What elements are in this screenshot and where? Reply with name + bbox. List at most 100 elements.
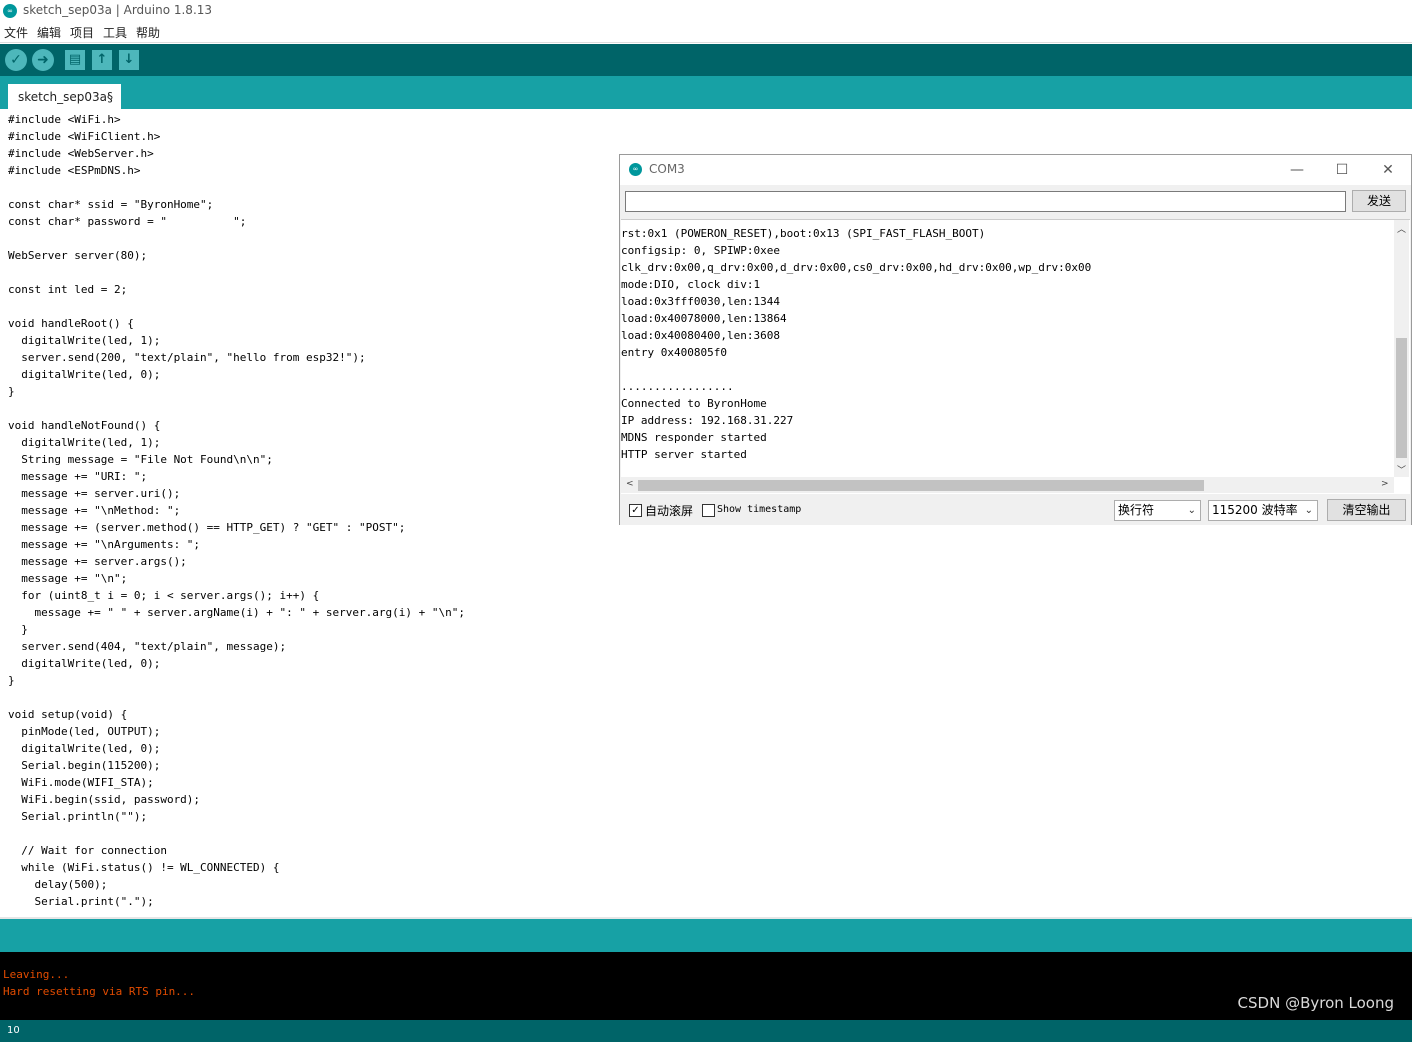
horizontal-scrollbar[interactable]: < >: [621, 477, 1394, 493]
code-line: message += "URI: ";: [8, 470, 148, 483]
code-line: message += "\nMethod: ";: [8, 504, 181, 517]
serial-output-line: load:0x40080400,len:3608: [621, 329, 780, 342]
code-line: message += (server.method() == HTTP_GET)…: [8, 521, 406, 534]
code-line: void handleRoot() {: [8, 317, 134, 330]
arduino-logo-icon: ∞: [629, 163, 642, 176]
line-number: 10: [7, 1025, 20, 1036]
code-line: #include <WebServer.h>: [8, 147, 154, 160]
menu-help[interactable]: 帮助: [136, 24, 160, 41]
serial-output-line: mode:DIO, clock div:1: [621, 278, 761, 291]
save-sketch-icon[interactable]: ↓: [119, 50, 139, 70]
serial-output-line: HTTP server started: [621, 448, 747, 461]
watermark: CSDN @Byron Loong: [1237, 994, 1394, 1012]
code-line: delay(500);: [8, 878, 108, 891]
serial-output-line: rst:0x1 (POWERON_RESET),boot:0x13 (SPI_F…: [621, 227, 986, 240]
line-ending-select[interactable]: 换行符 ⌄: [1114, 500, 1201, 521]
code-line: #include <WiFiClient.h>: [8, 130, 161, 143]
timestamp-checkbox[interactable]: [702, 504, 715, 517]
code-line: WiFi.mode(WIFI_STA);: [8, 776, 154, 789]
serial-monitor-window: ∞ COM3 — ☐ ✕ 发送 HTTP server started MDNS …: [619, 154, 1412, 525]
send-button[interactable]: 发送: [1352, 190, 1406, 212]
tab-sketch[interactable]: sketch_sep03a§: [8, 84, 121, 109]
code-line: digitalWrite(led, 0);: [8, 657, 161, 670]
code-line: digitalWrite(led, 1);: [8, 436, 161, 449]
serial-input[interactable]: [625, 191, 1346, 212]
menu-sketch[interactable]: 项目: [70, 24, 94, 41]
console-output: Leaving... Hard resetting via RTS pin...: [0, 952, 1412, 1020]
new-sketch-icon[interactable]: ▤: [65, 50, 85, 70]
toolbar: ✓ ➜ ▤ ↑ ↓: [0, 44, 1412, 76]
serial-output-line: load:0x40078000,len:13864: [621, 312, 787, 325]
serial-monitor-titlebar[interactable]: ∞ COM3 — ☐ ✕: [620, 155, 1411, 185]
console-line: Leaving...: [3, 968, 70, 981]
code-line: Serial.begin(115200);: [8, 759, 161, 772]
serial-output-line: entry 0x400805f0: [621, 346, 727, 359]
menu-file[interactable]: 文件: [4, 24, 28, 41]
code-line: }: [8, 623, 28, 636]
scroll-up-icon[interactable]: ︿: [1397, 222, 1406, 235]
autoscroll-checkbox[interactable]: ✓: [629, 504, 642, 517]
serial-output-line: IP address: 192.168.31.227: [621, 414, 794, 427]
code-line: for (uint8_t i = 0; i < server.args(); i…: [8, 589, 320, 602]
code-line: WiFi.begin(ssid, password);: [8, 793, 201, 806]
console-line: Hard resetting via RTS pin...: [3, 985, 196, 998]
vertical-scrollbar[interactable]: ︿ ﹀: [1394, 220, 1409, 477]
clear-output-button[interactable]: 清空输出: [1327, 499, 1406, 521]
upload-icon[interactable]: ➜: [32, 49, 54, 71]
horizontal-scroll-thumb[interactable]: [638, 480, 1204, 491]
code-line: message += "\n";: [8, 572, 128, 585]
scroll-down-icon[interactable]: ﹀: [1397, 463, 1406, 476]
serial-output-line: .................: [621, 380, 734, 393]
serial-output-line: MDNS responder started: [621, 431, 767, 444]
code-line: WebServer server(80);: [8, 249, 148, 262]
code-line: }: [8, 385, 15, 398]
code-line: }: [8, 674, 15, 687]
menu-tools[interactable]: 工具: [103, 24, 127, 41]
baud-rate-select[interactable]: 115200 波特率 ⌄: [1208, 500, 1318, 521]
serial-output-line: Connected to ByronHome: [621, 397, 767, 410]
serial-output-line: configsip: 0, SPIWP:0xee: [621, 244, 780, 257]
serial-output-line: load:0x3fff0030,len:1344: [621, 295, 780, 308]
code-line: while (WiFi.status() != WL_CONNECTED) {: [8, 861, 280, 874]
code-line: void setup(void) {: [8, 708, 128, 721]
code-line: server.send(200, "text/plain", "hello fr…: [8, 351, 366, 364]
close-icon[interactable]: ✕: [1376, 159, 1400, 181]
code-line: message += "\nArguments: ";: [8, 538, 201, 551]
code-line: message += server.uri();: [8, 487, 181, 500]
serial-output[interactable]: HTTP server started MDNS responder starte…: [621, 219, 1410, 494]
code-line: const char* ssid = "ByronHome";: [8, 198, 214, 211]
chevron-down-icon: ⌄: [1187, 505, 1196, 516]
open-sketch-icon[interactable]: ↑: [92, 50, 112, 70]
code-line: digitalWrite(led, 0);: [8, 742, 161, 755]
scroll-left-icon[interactable]: <: [626, 479, 634, 489]
code-line: const char* password = " ";: [8, 215, 247, 228]
status-bar: 10: [0, 1020, 1412, 1042]
maximize-icon[interactable]: ☐: [1330, 159, 1354, 181]
line-ending-value: 换行符: [1118, 503, 1155, 517]
autoscroll-label: 自动滚屏: [645, 504, 694, 518]
menu-bar: 文件 编辑 项目 工具 帮助: [0, 22, 1412, 43]
scroll-right-icon[interactable]: >: [1381, 479, 1389, 489]
code-line: server.send(404, "text/plain", message);: [8, 640, 287, 653]
code-line: const int led = 2;: [8, 283, 128, 296]
code-line: #include <WiFi.h>: [8, 113, 121, 126]
verify-icon[interactable]: ✓: [5, 49, 27, 71]
code-line: digitalWrite(led, 1);: [8, 334, 161, 347]
tab-bar: sketch_sep03a§: [0, 76, 1412, 109]
chevron-down-icon: ⌄: [1304, 505, 1313, 516]
message-area: [0, 917, 1412, 952]
code-line: #include <ESPmDNS.h>: [8, 164, 141, 177]
window-title: sketch_sep03a | Arduino 1.8.13: [23, 3, 213, 17]
code-line: Serial.println("");: [8, 810, 148, 823]
code-line: String message = "File Not Found\n\n";: [8, 453, 273, 466]
arduino-logo-icon: ∞: [3, 4, 17, 18]
timestamp-label: Show timestamp: [717, 504, 802, 515]
vertical-scroll-thumb[interactable]: [1396, 338, 1407, 458]
code-line: pinMode(led, OUTPUT);: [8, 725, 161, 738]
minimize-icon[interactable]: —: [1285, 159, 1309, 181]
code-line: Serial.print(".");: [8, 895, 154, 908]
serial-monitor-footer: ✓ 自动滚屏 Show timestamp 换行符 ⌄ 115200 波特率 ⌄…: [620, 494, 1411, 525]
code-line: message += server.args();: [8, 555, 187, 568]
menu-edit[interactable]: 编辑: [37, 24, 61, 41]
window-titlebar: ∞ sketch_sep03a | Arduino 1.8.13: [0, 0, 1412, 22]
